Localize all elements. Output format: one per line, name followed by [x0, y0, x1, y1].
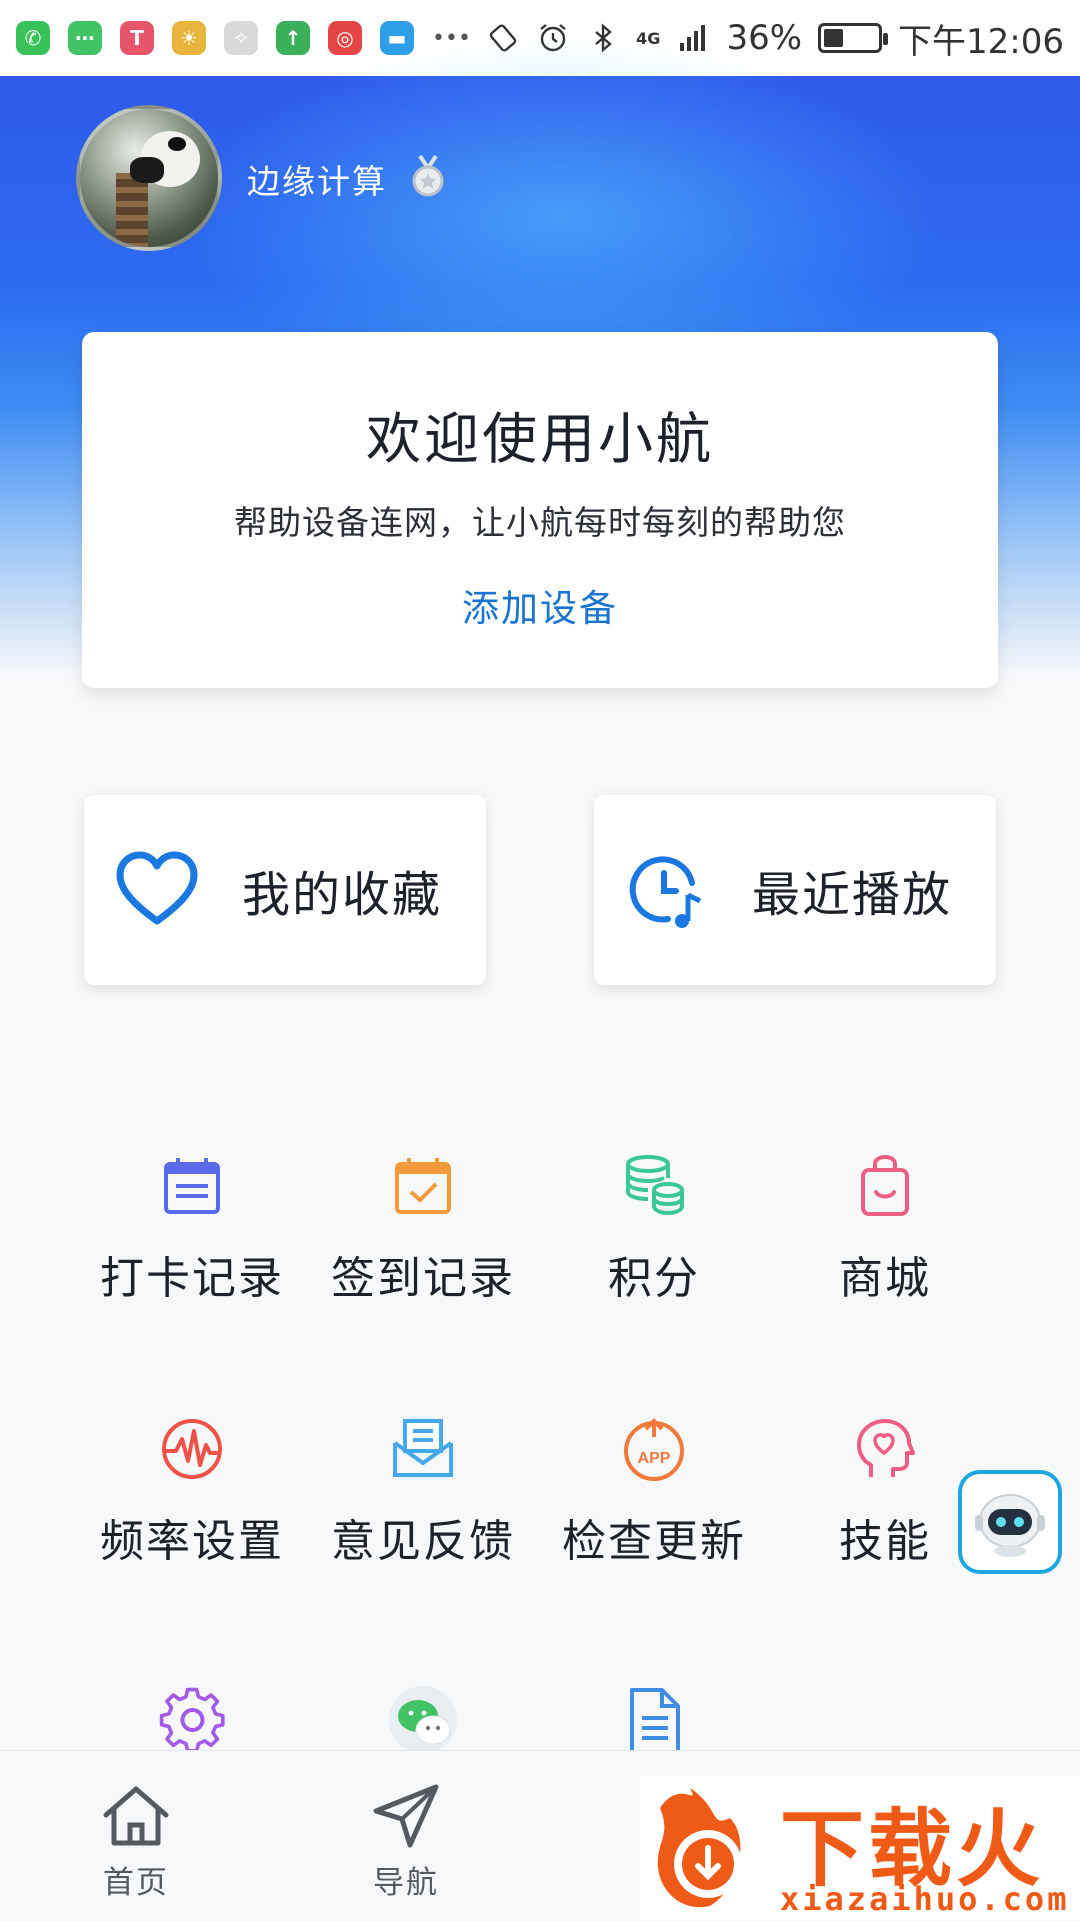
favorites-label: 我的收藏 — [242, 867, 443, 923]
calendar-check-icon — [395, 1158, 451, 1214]
watermark-url: xiazaihuo.com — [780, 1880, 1070, 1918]
frequency-icon — [162, 1419, 222, 1479]
tmall-app-icon: T — [120, 21, 154, 55]
add-device-link[interactable]: 添加设备 — [82, 578, 998, 632]
medal-badge-icon — [412, 154, 444, 197]
grid-item-mall[interactable]: 商城 — [785, 1152, 985, 1306]
feedback-mail-icon — [393, 1419, 453, 1477]
phone-app-icon: ✆ — [16, 21, 50, 55]
skill-head-icon — [857, 1419, 915, 1477]
grid-label: 技能 — [839, 1516, 931, 1567]
grid-item-frequency-settings[interactable]: 频率设置 — [92, 1415, 292, 1569]
grid-item-wechat[interactable] — [323, 1686, 523, 1754]
app-update-icon: APP — [624, 1418, 684, 1481]
navigation-icon — [373, 1784, 439, 1848]
coins-icon — [626, 1155, 684, 1216]
home-icon — [103, 1786, 169, 1846]
grid-label: 频率设置 — [100, 1516, 284, 1567]
grid-label: 意见反馈 — [331, 1516, 515, 1567]
tab-navigation-label: 导航 — [373, 1865, 439, 1901]
recent-play-card[interactable]: 最近播放 — [594, 795, 996, 985]
grid-label: 检查更新 — [562, 1516, 746, 1567]
clock-music-icon — [629, 856, 702, 928]
assistant-robot-button[interactable] — [958, 1470, 1062, 1574]
grid-label: 积分 — [608, 1253, 700, 1304]
welcome-subtitle: 帮助设备连网，让小航每时每刻的帮助您 — [234, 503, 846, 542]
welcome-title: 欢迎使用小航 — [365, 407, 714, 471]
messages-app-icon: ⋯ — [68, 21, 102, 55]
grid-label: 打卡记录 — [100, 1253, 284, 1304]
tab-navigation[interactable]: 导航 — [336, 1781, 476, 1902]
tab-home-label: 首页 — [103, 1865, 169, 1901]
grid-label: 商城 — [839, 1253, 931, 1304]
shopping-bag-icon — [861, 1154, 909, 1216]
grid-label: 签到记录 — [331, 1253, 515, 1304]
flame-logo-icon — [657, 1788, 742, 1908]
grid-item-signin-records[interactable]: 签到记录 — [323, 1152, 523, 1306]
grid-item-settings[interactable] — [92, 1686, 292, 1754]
document-icon — [630, 1688, 680, 1754]
favorites-card[interactable]: 我的收藏 — [84, 795, 486, 985]
avatar[interactable] — [76, 105, 222, 251]
watermark: 下载火 xiazaihuo.com — [640, 1776, 1080, 1920]
username[interactable]: 边缘计算 — [247, 155, 387, 203]
gear-icon — [159, 1687, 225, 1753]
grid-item-checkin-records[interactable]: 打卡记录 — [92, 1152, 292, 1306]
tab-home[interactable]: 首页 — [66, 1781, 206, 1902]
robot-icon — [975, 1494, 1045, 1557]
grid-item-feedback[interactable]: 意见反馈 — [323, 1415, 523, 1569]
heart-icon — [116, 851, 198, 925]
wechat-icon — [389, 1686, 457, 1754]
grid-item-check-update[interactable]: APP 检查更新 — [554, 1415, 754, 1569]
grid-item-skills[interactable]: 技能 — [785, 1415, 985, 1569]
svg-text:APP: APP — [638, 1450, 671, 1467]
recent-play-label: 最近播放 — [752, 867, 953, 923]
calendar-list-icon — [164, 1158, 220, 1214]
grid-item-document[interactable] — [554, 1686, 754, 1754]
welcome-card: 欢迎使用小航 帮助设备连网，让小航每时每刻的帮助您 添加设备 — [82, 332, 998, 688]
grid-item-points[interactable]: 积分 — [554, 1152, 754, 1306]
